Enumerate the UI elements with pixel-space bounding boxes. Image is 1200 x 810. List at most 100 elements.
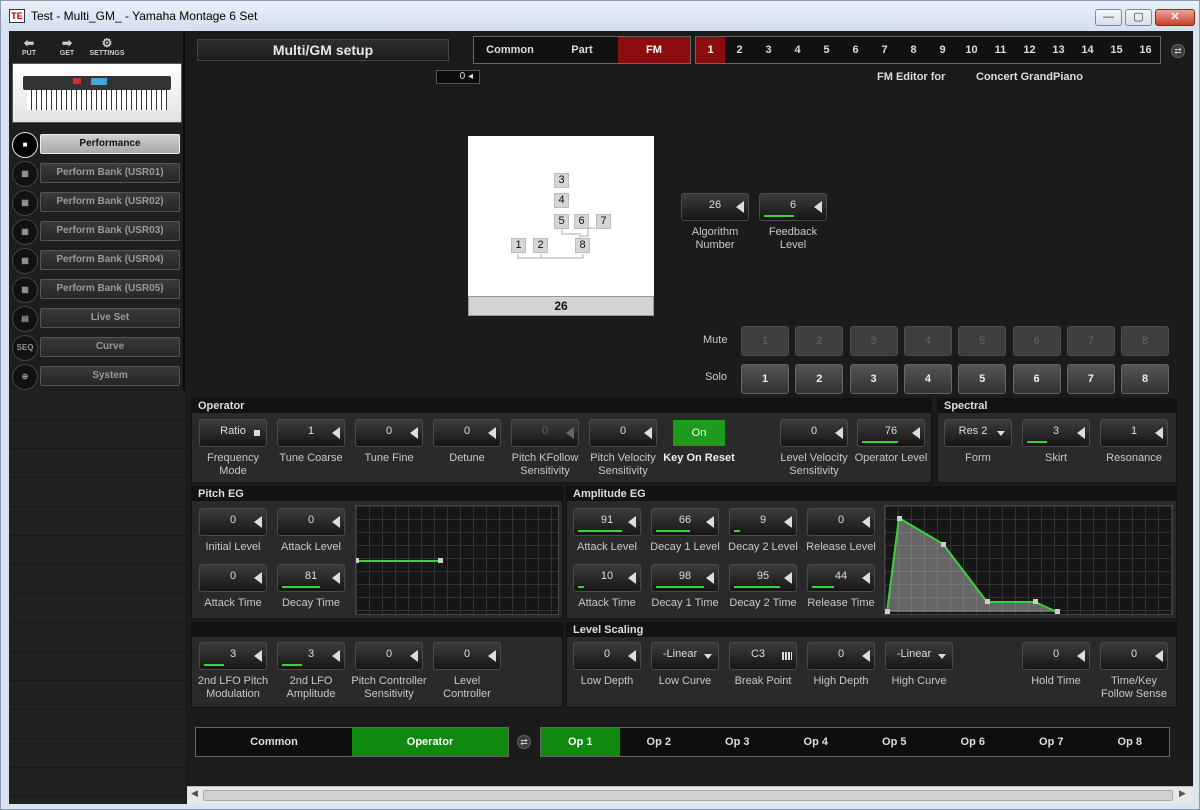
- part-tab[interactable]: 12: [1015, 37, 1044, 63]
- part-tab[interactable]: 7: [870, 37, 899, 63]
- solo-button[interactable]: 2: [795, 364, 844, 394]
- tab-common[interactable]: Common: [474, 37, 546, 63]
- level-controller-knob[interactable]: 0: [433, 642, 501, 670]
- part-tab[interactable]: 11: [986, 37, 1015, 63]
- break-point-select[interactable]: C3: [729, 642, 797, 670]
- sidebar-item[interactable]: ▦ Perform Bank (USR03): [9, 217, 185, 246]
- pitch-velocity-knob[interactable]: 0: [589, 419, 657, 447]
- op-tab[interactable]: Op 8: [1091, 728, 1170, 756]
- op-tab[interactable]: Op 5: [855, 728, 934, 756]
- solo-button[interactable]: 3: [849, 364, 898, 394]
- feedback-level-knob[interactable]: 6: [759, 193, 827, 221]
- tab-part[interactable]: Part: [546, 37, 618, 63]
- solo-button[interactable]: 4: [903, 364, 952, 394]
- part-tab[interactable]: 13: [1044, 37, 1073, 63]
- amp-decay1-level-knob[interactable]: 66: [651, 508, 719, 536]
- pitch-decay-time-knob[interactable]: 81: [277, 564, 345, 592]
- sidebar-item[interactable]: ▦ Perform Bank (USR05): [9, 275, 185, 304]
- part-tab[interactable]: 2: [725, 37, 754, 63]
- sidebar-item[interactable]: ▦ Perform Bank (USR01): [9, 159, 185, 188]
- algorithm-number-knob[interactable]: 26: [681, 193, 749, 221]
- sidebar-item[interactable]: ⊕ System: [9, 362, 185, 391]
- part-tab[interactable]: 3: [754, 37, 783, 63]
- sidebar-item-label[interactable]: Perform Bank (USR02): [40, 192, 180, 212]
- low-curve-select[interactable]: -Linear: [651, 642, 719, 670]
- op-tab[interactable]: Op 4: [777, 728, 856, 756]
- sidebar-item-label[interactable]: System: [40, 366, 180, 386]
- time-key-follow-knob[interactable]: 0: [1100, 642, 1168, 670]
- pitch-initial-level-knob[interactable]: 0: [199, 508, 267, 536]
- get-button[interactable]: ➡ GET: [47, 37, 87, 57]
- part-tab[interactable]: 10: [957, 37, 986, 63]
- tune-fine-knob[interactable]: 0: [355, 419, 423, 447]
- frequency-mode-select[interactable]: Ratio: [199, 419, 267, 447]
- amp-release-time-knob[interactable]: 44: [807, 564, 875, 592]
- key-on-reset-button[interactable]: On: [672, 419, 726, 447]
- high-curve-select[interactable]: -Linear: [885, 642, 953, 670]
- pitch-controller-knob[interactable]: 0: [355, 642, 423, 670]
- op-tab[interactable]: Op 2: [620, 728, 699, 756]
- level-velocity-knob[interactable]: 0: [780, 419, 848, 447]
- low-depth-knob[interactable]: 0: [573, 642, 641, 670]
- close-button[interactable]: ✕: [1155, 9, 1195, 26]
- mute-button[interactable]: 8: [1121, 326, 1170, 356]
- amp-attack-level-knob[interactable]: 91: [573, 508, 641, 536]
- sidebar-item-label[interactable]: Live Set: [40, 308, 180, 328]
- skirt-knob[interactable]: 3: [1022, 419, 1090, 447]
- part-tab[interactable]: 9: [928, 37, 957, 63]
- minimize-button[interactable]: —: [1095, 9, 1122, 26]
- sidebar-item-label[interactable]: Perform Bank (USR01): [40, 163, 180, 183]
- amp-decay2-time-knob[interactable]: 95: [729, 564, 797, 592]
- tab-operator-view[interactable]: Operator: [352, 728, 508, 756]
- amp-attack-time-knob[interactable]: 10: [573, 564, 641, 592]
- scrollbar-thumb[interactable]: [203, 790, 1173, 801]
- part-tab[interactable]: 5: [812, 37, 841, 63]
- tab-common-view[interactable]: Common: [196, 728, 352, 756]
- part-tab[interactable]: 6: [841, 37, 870, 63]
- resonance-knob[interactable]: 1: [1100, 419, 1168, 447]
- op-tab[interactable]: Op 3: [698, 728, 777, 756]
- sidebar-item[interactable]: ▤ Live Set: [9, 304, 185, 333]
- sidebar-item-label[interactable]: Perform Bank (USR04): [40, 250, 180, 270]
- solo-button[interactable]: 5: [958, 364, 1007, 394]
- op-tab[interactable]: Op 1: [541, 728, 620, 756]
- settings-button[interactable]: ⚙ SETTINGS: [87, 37, 127, 57]
- part-tab[interactable]: 15: [1102, 37, 1131, 63]
- sidebar-item-label[interactable]: Performance: [40, 134, 180, 154]
- detune-knob[interactable]: 0: [433, 419, 501, 447]
- small-value-field[interactable]: 0 ◂: [436, 70, 480, 84]
- part-tab[interactable]: 14: [1073, 37, 1102, 63]
- mute-button[interactable]: 1: [741, 326, 789, 356]
- mute-button[interactable]: 7: [1066, 326, 1115, 356]
- sidebar-item[interactable]: ▦ Perform Bank (USR04): [9, 246, 185, 275]
- pitch-kfollow-knob[interactable]: 0: [511, 419, 579, 447]
- spectral-form-select[interactable]: Res 2: [944, 419, 1012, 447]
- mute-button[interactable]: 4: [903, 326, 952, 356]
- part-tab[interactable]: 16: [1131, 37, 1160, 63]
- put-button[interactable]: ⬅ PUT: [9, 37, 49, 57]
- mute-button[interactable]: 2: [795, 326, 844, 356]
- mute-button[interactable]: 3: [849, 326, 898, 356]
- sidebar-item[interactable]: ▦ Perform Bank (USR02): [9, 188, 185, 217]
- mute-button[interactable]: 6: [1012, 326, 1061, 356]
- hold-time-knob[interactable]: 0: [1022, 642, 1090, 670]
- op-tab[interactable]: Op 7: [1012, 728, 1091, 756]
- horizontal-scrollbar[interactable]: ◀ ▶: [187, 786, 1193, 804]
- amp-decay1-time-knob[interactable]: 98: [651, 564, 719, 592]
- operator-level-knob[interactable]: 76: [857, 419, 925, 447]
- part-tab[interactable]: 4: [783, 37, 812, 63]
- solo-button[interactable]: 7: [1066, 364, 1115, 394]
- tab-fm[interactable]: FM: [618, 37, 690, 63]
- scroll-right-icon[interactable]: ▶: [1179, 788, 1186, 799]
- sidebar-item-label[interactable]: Curve: [40, 337, 180, 357]
- mute-button[interactable]: 5: [958, 326, 1007, 356]
- swap-icon[interactable]: ⇄: [1171, 44, 1185, 58]
- pitch-attack-time-knob[interactable]: 0: [199, 564, 267, 592]
- high-depth-knob[interactable]: 0: [807, 642, 875, 670]
- sidebar-item-label[interactable]: Perform Bank (USR03): [40, 221, 180, 241]
- scroll-left-icon[interactable]: ◀: [191, 788, 198, 799]
- solo-button[interactable]: 8: [1121, 364, 1170, 394]
- solo-button[interactable]: 6: [1012, 364, 1061, 394]
- maximize-button[interactable]: ▢: [1125, 9, 1152, 26]
- amp-decay2-level-knob[interactable]: 9: [729, 508, 797, 536]
